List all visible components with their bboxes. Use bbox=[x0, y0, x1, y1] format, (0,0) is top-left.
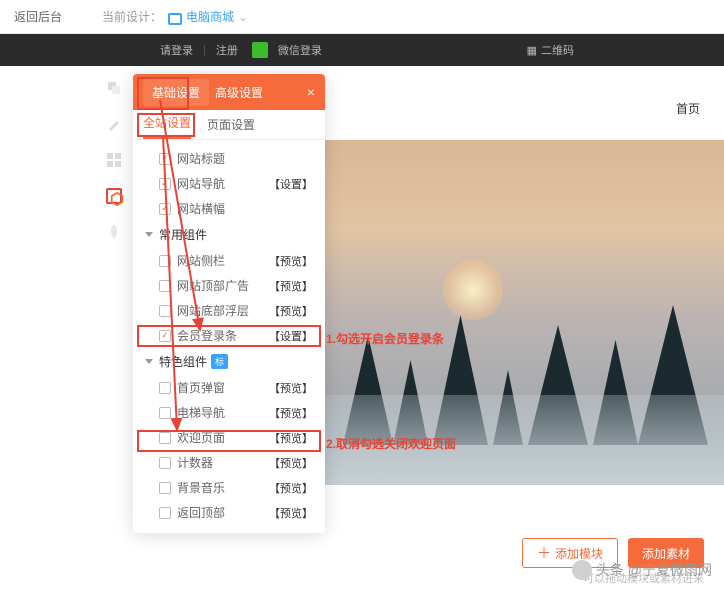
tab-basic-settings[interactable]: 基础设置 bbox=[143, 79, 209, 106]
row-site-nav[interactable]: 网站导航【设置】 bbox=[133, 171, 325, 196]
triangle-down-icon bbox=[145, 232, 153, 237]
row-site-title[interactable]: 网站标题 bbox=[133, 146, 325, 171]
checkbox[interactable] bbox=[159, 153, 171, 165]
back-link[interactable]: 返回后台 bbox=[14, 8, 62, 25]
row-top-ad[interactable]: 网站顶部广告【预览】 bbox=[133, 273, 325, 298]
avatar-icon bbox=[572, 560, 592, 580]
tool-sidebar bbox=[100, 80, 128, 240]
subtab-site[interactable]: 全站设置 bbox=[143, 114, 191, 139]
preview-action[interactable]: 【预览】 bbox=[269, 480, 313, 496]
preview-action[interactable]: 【预览】 bbox=[269, 505, 313, 521]
checkbox[interactable] bbox=[159, 305, 171, 317]
badge: 标 bbox=[211, 354, 228, 369]
checkbox[interactable] bbox=[159, 457, 171, 469]
preview-action[interactable]: 【预览】 bbox=[269, 253, 313, 269]
checkbox[interactable] bbox=[159, 255, 171, 267]
tab-advanced-settings[interactable]: 高级设置 bbox=[215, 84, 263, 101]
row-site-banner[interactable]: 网站横幅 bbox=[133, 196, 325, 221]
settings-action[interactable]: 【设置】 bbox=[269, 176, 313, 192]
chevron-down-icon: ⌄ bbox=[238, 10, 248, 24]
checkbox[interactable] bbox=[159, 330, 171, 342]
preview-action[interactable]: 【预览】 bbox=[269, 303, 313, 319]
group-special[interactable]: 特色组件标 bbox=[133, 348, 325, 375]
monitor-icon bbox=[168, 13, 182, 25]
settings-action[interactable]: 【设置】 bbox=[269, 328, 313, 344]
layers-icon[interactable] bbox=[106, 80, 122, 96]
nav-home[interactable]: 首页 bbox=[676, 100, 700, 117]
qrcode-icon: ▦ bbox=[527, 44, 537, 57]
grid-icon[interactable] bbox=[106, 152, 122, 168]
row-elevator[interactable]: 电梯导航【预览】 bbox=[133, 400, 325, 425]
row-back-top[interactable]: 返回顶部【预览】 bbox=[133, 500, 325, 525]
preview-action[interactable]: 【预览】 bbox=[269, 278, 313, 294]
panel-header: 基础设置 高级设置 × bbox=[133, 74, 325, 110]
row-bgm[interactable]: 背景音乐【预览】 bbox=[133, 475, 325, 500]
current-design-label: 当前设计： bbox=[102, 8, 162, 25]
wechat-icon[interactable] bbox=[252, 42, 268, 58]
group-common[interactable]: 常用组件 bbox=[133, 221, 325, 248]
annotation-1: 1.勾选开启会员登录条 bbox=[326, 330, 444, 347]
preview-action[interactable]: 【预览】 bbox=[269, 455, 313, 471]
plus-icon: ＋ bbox=[537, 543, 551, 563]
brush-icon[interactable] bbox=[106, 116, 122, 132]
triangle-down-icon bbox=[145, 359, 153, 364]
checkbox[interactable] bbox=[159, 203, 171, 215]
settings-icon-active[interactable] bbox=[106, 188, 122, 204]
top-bar: 返回后台 当前设计： 电脑商城 ⌄ bbox=[0, 0, 724, 34]
checkbox[interactable] bbox=[159, 280, 171, 292]
row-bottom-float[interactable]: 网站底部浮层【预览】 bbox=[133, 298, 325, 323]
checkbox[interactable] bbox=[159, 178, 171, 190]
design-dropdown[interactable]: 电脑商城 bbox=[186, 8, 234, 25]
register-link[interactable]: 注册 bbox=[216, 42, 238, 58]
qrcode-link[interactable]: 二维码 bbox=[541, 42, 574, 58]
annotation-2: 2.取消勾选关闭欢迎页面 bbox=[326, 435, 456, 452]
sub-tabs: 全站设置 页面设置 bbox=[133, 110, 325, 140]
preview-action[interactable]: 【预览】 bbox=[269, 380, 313, 396]
rocket-icon[interactable] bbox=[106, 224, 122, 240]
checkbox[interactable] bbox=[159, 507, 171, 519]
row-sidebar[interactable]: 网站侧栏【预览】 bbox=[133, 248, 325, 273]
checkbox[interactable] bbox=[159, 432, 171, 444]
wechat-login-link[interactable]: 微信登录 bbox=[278, 42, 322, 58]
preview-action[interactable]: 【预览】 bbox=[269, 405, 313, 421]
row-welcome[interactable]: 欢迎页面【预览】 bbox=[133, 425, 325, 450]
subtab-page[interactable]: 页面设置 bbox=[207, 116, 255, 139]
checkbox[interactable] bbox=[159, 407, 171, 419]
preview-action[interactable]: 【预览】 bbox=[269, 430, 313, 446]
close-icon[interactable]: × bbox=[307, 84, 315, 100]
watermark: 头条 @宁夏微雨网 bbox=[572, 560, 712, 580]
row-login-bar[interactable]: 会员登录条【设置】 bbox=[133, 323, 325, 348]
row-counter[interactable]: 计数器【预览】 bbox=[133, 450, 325, 475]
preview-top-bar: 请登录 | 注册 微信登录 ▦ 二维码 bbox=[0, 34, 724, 66]
row-popup[interactable]: 首页弹窗【预览】 bbox=[133, 375, 325, 400]
checkbox[interactable] bbox=[159, 482, 171, 494]
login-link[interactable]: 请登录 bbox=[160, 42, 193, 58]
settings-panel: 基础设置 高级设置 × 全站设置 页面设置 网站标题 网站导航【设置】 网站横幅… bbox=[133, 74, 325, 533]
checkbox[interactable] bbox=[159, 382, 171, 394]
